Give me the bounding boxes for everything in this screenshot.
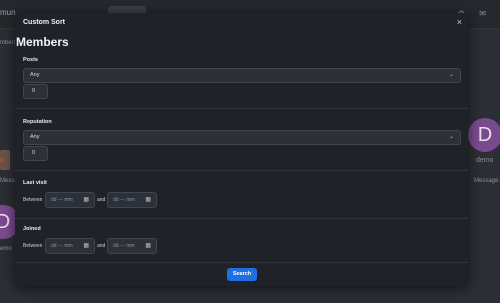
background-left-red-text: n [0, 158, 4, 164]
calendar-icon[interactable]: ▦ [145, 239, 151, 253]
posts-number-input[interactable]: 0 [23, 84, 48, 99]
joined-between-label: Between [23, 243, 43, 249]
reputation-number-input[interactable]: 0 [23, 146, 48, 161]
background-message-right: Message [474, 178, 499, 184]
section-divider [15, 108, 468, 109]
last-visit-and-label: and [97, 197, 106, 203]
last-visit-to-placeholder: dd --- mm [113, 197, 135, 203]
modal-title: Custom Sort [23, 19, 65, 26]
calendar-icon[interactable]: ▦ [145, 193, 151, 207]
calendar-icon[interactable]: ▦ [83, 193, 89, 207]
joined-to-placeholder: dd --- mm [113, 243, 135, 249]
background-name-right: demo [476, 157, 494, 164]
section-divider [15, 262, 468, 263]
last-visit-from-placeholder: dd --- mm [51, 197, 73, 203]
joined-from-date[interactable]: dd --- mm ▦ [45, 238, 95, 254]
reputation-select[interactable]: Any ⌄ [23, 130, 461, 145]
search-button[interactable]: Search [227, 268, 257, 281]
posts-select[interactable]: Any ⌄ [23, 68, 461, 83]
joined-and-label: and [97, 243, 106, 249]
close-icon[interactable]: × [457, 17, 462, 27]
chevron-down-icon: ⌄ [448, 134, 454, 140]
section-divider [15, 218, 468, 219]
last-visit-label: Last visit [23, 180, 47, 186]
background-avatar-right: D [468, 118, 500, 152]
joined-label: Joined [23, 226, 41, 232]
background-brand: mun [0, 8, 16, 17]
posts-select-value: Any [30, 72, 40, 78]
reputation-label: Reputation [23, 119, 52, 125]
joined-from-placeholder: dd --- mm [51, 243, 73, 249]
custom-sort-modal: Custom Sort × Members Posts Any ⌄ 0 Repu… [15, 13, 468, 286]
joined-to-date[interactable]: dd --- mm ▦ [107, 238, 157, 254]
background-name-left: emo [0, 246, 12, 252]
last-visit-between-label: Between [23, 197, 43, 203]
last-visit-to-date[interactable]: dd --- mm ▦ [107, 192, 157, 208]
reputation-select-value: Any [30, 134, 40, 140]
section-divider [15, 170, 468, 171]
calendar-icon[interactable]: ▦ [83, 239, 89, 253]
posts-label: Posts [23, 57, 38, 63]
chevron-down-icon: ⌄ [448, 72, 454, 78]
last-visit-from-date[interactable]: dd --- mm ▦ [45, 192, 95, 208]
members-heading: Members [16, 35, 69, 49]
